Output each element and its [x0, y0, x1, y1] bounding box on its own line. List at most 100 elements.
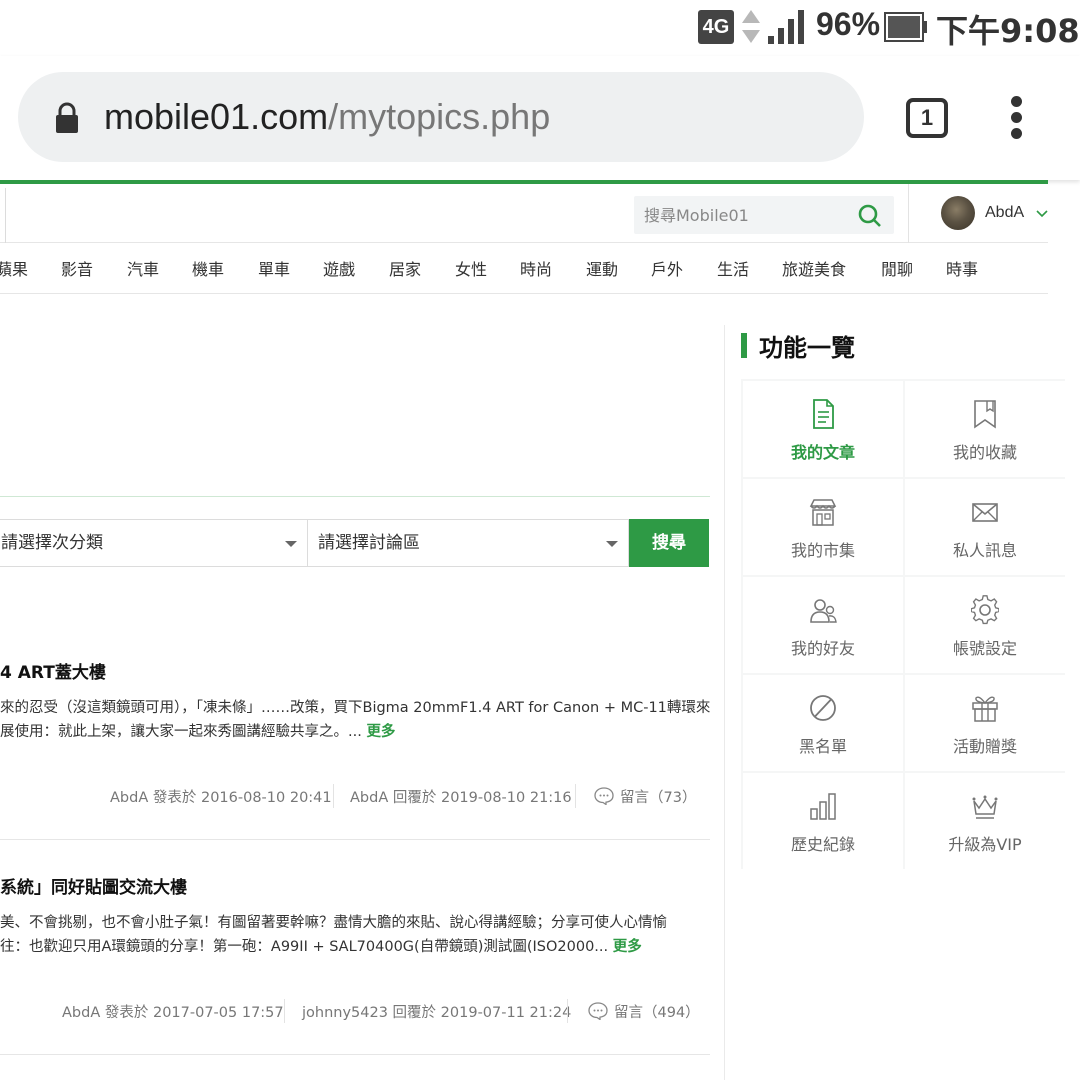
topic-meta: AbdA 發表於 2016-08-10 20:41 AbdA 回覆於 2019-… — [110, 784, 700, 810]
sidebar-item-my-favorites[interactable]: 我的收藏 — [905, 381, 1065, 477]
sidebar-item-private-messages[interactable]: 私人訊息 — [905, 479, 1065, 575]
crown-icon — [972, 795, 998, 819]
site-header: AbdA — [0, 180, 1048, 244]
posted-info: AbdA 發表於 2017-07-05 17:57 — [62, 1005, 284, 1021]
comment-count[interactable]: 留言（73） — [620, 786, 696, 807]
sidebar-item-blacklist[interactable]: 黑名單 — [743, 675, 903, 771]
more-menu-icon[interactable] — [1002, 96, 1032, 140]
sidebar-item-upgrade-vip[interactable]: 升級為VIP — [905, 773, 1065, 869]
meta-divider — [333, 784, 334, 808]
forum-select[interactable]: 請選擇討論區 — [307, 519, 629, 567]
sidebar-item-label: 帳號設定 — [952, 639, 1017, 658]
sidebar-item-label: 我的文章 — [790, 443, 855, 462]
nav-item-bicycle[interactable]: 單車 — [258, 256, 290, 280]
subcategory-select[interactable]: 請選擇次分類 — [0, 519, 308, 567]
browser-toolbar: mobile01.com/mytopics.php 1 — [0, 56, 1080, 180]
nav-item-car[interactable]: 汽車 — [127, 256, 159, 280]
lock-icon — [56, 102, 78, 133]
sidebar-item-history[interactable]: 歷史紀錄 — [743, 773, 903, 869]
posted-info: AbdA 發表於 2016-08-10 20:41 — [110, 790, 332, 806]
friends-icon — [810, 599, 837, 623]
tab-switcher-button[interactable]: 1 — [906, 98, 948, 138]
store-icon — [809, 499, 837, 526]
sidebar-item-label: 升級為VIP — [948, 835, 1022, 854]
nav-item-women[interactable]: 女性 — [455, 256, 487, 280]
sidebar-title: 功能一覽 — [759, 334, 855, 362]
search-button[interactable]: 搜尋 — [629, 519, 709, 567]
url-text[interactable]: mobile01.com/mytopics.php — [104, 94, 550, 140]
nav-item-fashion[interactable]: 時尚 — [520, 256, 552, 280]
nav-item-life[interactable]: 生活 — [717, 256, 749, 280]
signal-strength-icon — [768, 10, 804, 44]
forum-select-value: 請選擇討論區 — [318, 533, 420, 553]
search-icon[interactable] — [856, 202, 882, 228]
nav-item-home[interactable]: 居家 — [389, 256, 421, 280]
gift-icon — [972, 696, 998, 722]
nav-item-motorcycle[interactable]: 機車 — [192, 256, 224, 280]
gear-icon — [971, 595, 999, 625]
battery-percentage: 96% — [816, 6, 881, 42]
bar-chart-icon — [810, 793, 836, 820]
block-icon — [810, 695, 836, 721]
topic-excerpt-line: 來的忍受（沒這類鏡頭可用），「凍未條」……改策，買下Bigma 20mmF1.4… — [0, 700, 710, 716]
filter-row: 請選擇次分類 請選擇討論區 搜尋 — [0, 519, 710, 567]
topic-excerpt-line: 展使用：就此上架，讓大家一起來秀圖講經驗共享之。... — [0, 724, 362, 740]
topic-excerpt-line: 往：也歡迎只用A環鏡頭的分享！第一砲：A99II + SAL70400G(自帶鏡… — [0, 939, 609, 955]
url-host: mobile01.com — [104, 96, 329, 137]
topic-excerpt-line-last: 展使用：就此上架，讓大家一起來秀圖講經驗共享之。... 更多 — [0, 720, 710, 741]
status-bar: 4G 96% 下午9:08 — [0, 0, 1080, 56]
sidebar-item-my-market[interactable]: 我的市集 — [743, 479, 903, 575]
function-grid: 我的文章 我的收藏 我的市集 私人訊息 我的好友 帳號設定 黑名單 活動贈獎 歷… — [741, 379, 1065, 869]
sidebar-item-event-prizes[interactable]: 活動贈獎 — [905, 675, 1065, 771]
more-link[interactable]: 更多 — [613, 939, 642, 955]
clock: 下午9:08 — [936, 12, 1080, 50]
sidebar-item-account-settings[interactable]: 帳號設定 — [905, 577, 1065, 673]
nav-item-current-affairs[interactable]: 時事 — [946, 256, 978, 280]
caret-down-icon — [285, 541, 297, 547]
address-bar[interactable]: mobile01.com/mytopics.php — [18, 72, 864, 162]
more-link[interactable]: 更多 — [366, 724, 395, 740]
search-input[interactable] — [644, 196, 844, 234]
topic-excerpt-line: 美、不會挑剔，也不會小肚子氣！有圖留著要幹嘛？盡情大膽的來貼、說心得講經驗；分享… — [0, 915, 667, 931]
nav-item-av[interactable]: 影音 — [61, 256, 93, 280]
nav-item-apple[interactable]: 蘋果 — [0, 256, 28, 280]
sidebar-item-label: 黑名單 — [798, 737, 847, 756]
sidebar-item-label: 我的收藏 — [952, 443, 1017, 462]
network-type-badge: 4G — [698, 10, 734, 44]
topic-title[interactable]: 4 ART蓋大樓 — [0, 658, 106, 683]
sidebar-item-my-articles[interactable]: 我的文章 — [743, 381, 903, 477]
nav-item-games[interactable]: 遊戲 — [323, 256, 355, 280]
bookmark-icon — [974, 400, 996, 429]
user-name[interactable]: AbdA — [985, 204, 1024, 222]
meta-divider — [567, 999, 568, 1023]
comment-icon — [594, 787, 614, 805]
meta-divider — [575, 784, 576, 808]
nav-item-chat[interactable]: 閒聊 — [881, 256, 913, 280]
comment-icon — [588, 1002, 608, 1020]
nav-item-travel-food[interactable]: 旅遊美食 — [782, 256, 846, 280]
url-path: /mytopics.php — [328, 96, 551, 137]
sidebar-item-label: 私人訊息 — [952, 541, 1017, 560]
sidebar-item-label: 歷史紀錄 — [790, 835, 855, 854]
avatar[interactable] — [941, 196, 975, 230]
sidebar-item-label: 我的市集 — [790, 541, 855, 560]
topic-excerpt-line-last: 往：也歡迎只用A環鏡頭的分享！第一砲：A99II + SAL70400G(自帶鏡… — [0, 935, 710, 956]
replied-info[interactable]: johnny5423 回覆於 2019-07-11 21:24 — [302, 1001, 571, 1022]
topic-item: 4 ART蓋大樓 來的忍受（沒這類鏡頭可用），「凍未條」……改策，買下Bigma… — [0, 640, 710, 840]
sidebar-item-my-friends[interactable]: 我的好友 — [743, 577, 903, 673]
site-search — [634, 196, 894, 234]
nav-item-outdoor[interactable]: 戶外 — [651, 256, 683, 280]
content-divider — [0, 496, 710, 497]
comment-count[interactable]: 留言（494） — [614, 1001, 700, 1022]
topic-excerpt: 美、不會挑剔，也不會小肚子氣！有圖留著要幹嘛？盡情大膽的來貼、說心得講經驗；分享… — [0, 911, 710, 956]
topic-item: 系統」同好貼圖交流大樓 美、不會挑剔，也不會小肚子氣！有圖留著要幹嘛？盡情大膽的… — [0, 855, 710, 1055]
header-divider — [908, 184, 909, 243]
topic-meta: AbdA 發表於 2017-07-05 17:57 johnny5423 回覆於… — [62, 999, 700, 1025]
topic-title[interactable]: 系統」同好貼圖交流大樓 — [0, 873, 187, 898]
replied-info[interactable]: AbdA 回覆於 2019-08-10 21:16 — [350, 786, 572, 807]
topic-excerpt: 來的忍受（沒這類鏡頭可用），「凍未條」……改策，買下Bigma 20mmF1.4… — [0, 696, 710, 741]
chevron-down-icon[interactable] — [1036, 210, 1048, 218]
sidebar-item-label: 活動贈獎 — [952, 737, 1017, 756]
battery-icon — [884, 12, 927, 42]
nav-item-sports[interactable]: 運動 — [586, 256, 618, 280]
